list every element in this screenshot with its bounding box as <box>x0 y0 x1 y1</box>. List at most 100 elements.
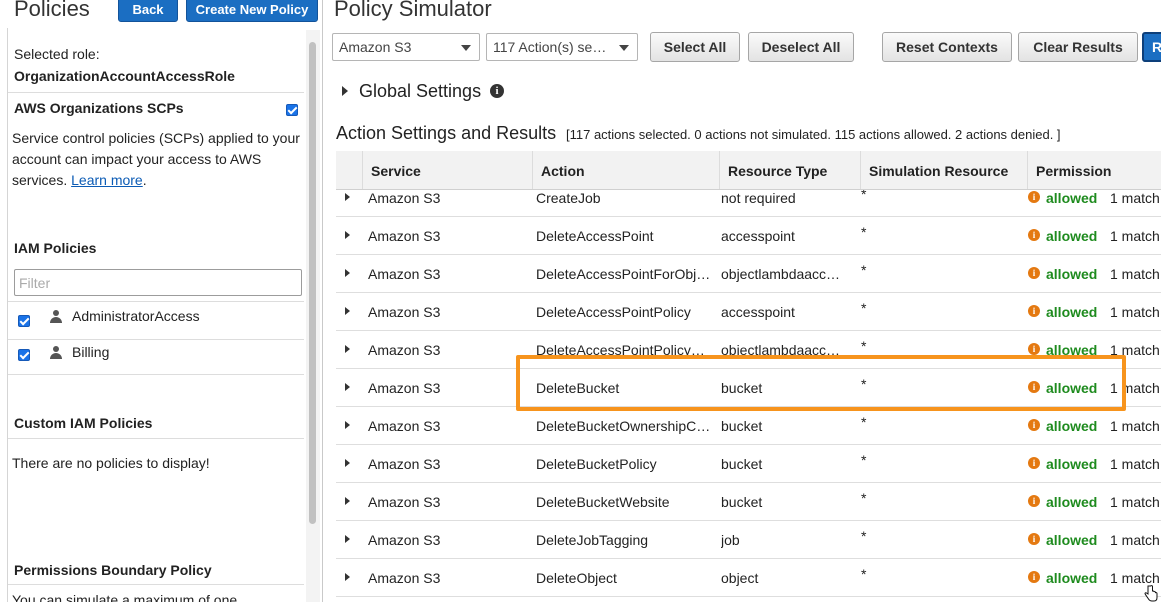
expand-row-icon[interactable] <box>345 459 350 467</box>
info-icon[interactable]: i <box>1028 343 1040 355</box>
back-button[interactable]: Back <box>118 0 178 22</box>
actions-summary: [117 actions selected. 0 actions not sim… <box>566 127 1061 142</box>
selected-role-value: OrganizationAccountAccessRole <box>14 68 235 84</box>
service-cell: Amazon S3 <box>368 228 441 244</box>
table-row[interactable]: Amazon S3 DeleteAccessPointForObj… objectl… <box>336 255 1161 293</box>
service-cell: Amazon S3 <box>368 304 441 320</box>
learn-more-link[interactable]: Learn more <box>71 172 143 188</box>
clear-results-button[interactable]: Clear Results <box>1018 32 1138 62</box>
info-icon[interactable]: i <box>1028 571 1040 583</box>
expand-row-icon[interactable] <box>345 421 350 429</box>
create-new-policy-button[interactable]: Create New Policy <box>186 0 318 22</box>
action-cell: DeleteBucket <box>536 380 620 396</box>
permission-cell: i allowed 1 match <box>1028 559 1161 597</box>
expand-row-icon[interactable] <box>345 535 350 543</box>
custom-policies-empty: There are no policies to display! <box>12 455 210 471</box>
simulation-resource-cell: * <box>861 338 867 354</box>
run-simulation-button[interactable]: R <box>1142 32 1161 62</box>
service-select-value: Amazon S3 <box>339 39 412 55</box>
permission-status: allowed <box>1046 494 1098 510</box>
service-cell: Amazon S3 <box>368 266 441 282</box>
policy-checkbox[interactable] <box>18 349 30 361</box>
info-icon[interactable]: i <box>1028 381 1040 393</box>
permission-cell: i allowed 1 match <box>1028 483 1161 521</box>
simulation-resource-cell: * <box>861 452 867 468</box>
column-header-simulation-resource[interactable]: Simulation Resource <box>860 151 1027 189</box>
resource-type-cell: job <box>721 532 740 548</box>
service-select[interactable]: Amazon S3 <box>332 33 480 61</box>
table-row[interactable]: Amazon S3 DeleteBucketPolicy bucket * i allow… <box>336 445 1161 483</box>
simulation-resource-cell: * <box>861 376 867 392</box>
policy-simulator-main: Policy Simulator Amazon S3 117 Action(s)… <box>324 0 1161 602</box>
info-icon[interactable]: i <box>1028 533 1040 545</box>
policy-name: Billing <box>72 344 110 360</box>
expand-row-icon[interactable] <box>345 345 350 353</box>
policy-checkbox[interactable] <box>18 315 30 327</box>
expand-row-icon[interactable] <box>345 269 350 277</box>
action-cell: DeleteAccessPointPolicy <box>536 304 691 320</box>
info-icon[interactable]: i <box>1028 495 1040 507</box>
select-all-button[interactable]: Select All <box>650 32 740 62</box>
iam-policy-row[interactable]: Billing <box>8 338 304 372</box>
column-header-service[interactable]: Service <box>362 151 532 189</box>
expand-row-icon[interactable] <box>345 193 350 201</box>
permission-status: allowed <box>1046 304 1098 320</box>
service-cell: Amazon S3 <box>368 570 441 586</box>
permission-cell: i allowed 1 match <box>1028 369 1161 407</box>
resource-type-cell: bucket <box>721 418 763 434</box>
simulation-resource-cell: * <box>861 224 867 240</box>
permission-status: allowed <box>1046 342 1098 358</box>
permission-cell: i allowed 1 match <box>1028 331 1161 369</box>
permission-match: 1 match <box>1110 266 1160 282</box>
filter-input[interactable] <box>14 269 302 296</box>
expand-row-icon[interactable] <box>345 307 350 315</box>
table-row[interactable]: Amazon S3 DeleteBucketOwnershipC… bucket * i… <box>336 407 1161 445</box>
info-icon[interactable]: i <box>1028 305 1040 317</box>
permission-match: 1 match <box>1110 456 1160 472</box>
table-row[interactable]: Amazon S3 DeleteJobTagging job * i allowed 1 m… <box>336 521 1161 559</box>
info-icon[interactable]: i <box>1028 457 1040 469</box>
policies-header: Policies Back Create New Policy <box>0 0 322 30</box>
info-icon[interactable]: i <box>1028 191 1040 203</box>
resource-type-cell: bucket <box>721 380 763 396</box>
permission-cell: i allowed 1 match <box>1028 445 1161 483</box>
column-header-permission[interactable]: Permission <box>1027 151 1161 189</box>
iam-policy-row[interactable]: AdministratorAccess <box>8 302 304 336</box>
left-scrollbar-thumb[interactable] <box>309 42 316 524</box>
expand-row-icon[interactable] <box>345 383 350 391</box>
info-icon[interactable]: i <box>490 84 504 98</box>
resource-type-cell: accesspoint <box>721 304 795 320</box>
expand-row-icon[interactable] <box>345 231 350 239</box>
table-header: Service Action Resource Type Simulation … <box>336 151 1161 190</box>
action-cell: DeleteBucketWebsite <box>536 494 670 510</box>
column-header-action[interactable]: Action <box>532 151 720 189</box>
expand-row-icon[interactable] <box>345 573 350 581</box>
resource-type-cell: objectlambdaacc… <box>721 342 841 358</box>
permission-cell: i allowed 1 match <box>1028 293 1161 331</box>
table-row[interactable]: Amazon S3 DeleteObject object * i allowed 1 ma… <box>336 559 1161 597</box>
scp-checkbox[interactable] <box>286 104 298 116</box>
table-row[interactable]: Amazon S3 DeleteBucket bucket * i allowed 1 ma… <box>336 369 1161 407</box>
column-header-resource-type[interactable]: Resource Type <box>719 151 860 189</box>
reset-contexts-button[interactable]: Reset Contexts <box>882 32 1012 62</box>
info-icon[interactable]: i <box>1028 419 1040 431</box>
expand-row-icon[interactable] <box>345 497 350 505</box>
info-icon[interactable]: i <box>1028 229 1040 241</box>
action-cell: DeleteBucketPolicy <box>536 456 657 472</box>
actions-select[interactable]: 117 Action(s) se… <box>486 33 638 61</box>
permission-status: allowed <box>1046 228 1098 244</box>
table-row[interactable]: Amazon S3 DeleteAccessPointPolicy… objectl… <box>336 331 1161 369</box>
resource-type-cell: objectlambdaacc… <box>721 266 841 282</box>
table-row[interactable]: Amazon S3 DeleteAccessPoint accesspoint * i a… <box>336 217 1161 255</box>
info-icon[interactable]: i <box>1028 267 1040 279</box>
table-row[interactable]: Amazon S3 DeleteAccessPointPolicy accesspo… <box>336 293 1161 331</box>
permission-status: allowed <box>1046 418 1098 434</box>
scp-description-text: Service control policies (SCPs) applied … <box>12 130 300 188</box>
simulation-resource-cell: * <box>861 566 867 582</box>
deselect-all-button[interactable]: Deselect All <box>748 32 854 62</box>
action-cell: DeleteObject <box>536 570 617 586</box>
service-cell: Amazon S3 <box>368 494 441 510</box>
table-row[interactable]: Amazon S3 DeleteBucketWebsite bucket * i allo… <box>336 483 1161 521</box>
action-cell: DeleteBucketOwnershipC… <box>536 418 711 434</box>
permission-cell: i allowed 1 match <box>1028 217 1161 255</box>
